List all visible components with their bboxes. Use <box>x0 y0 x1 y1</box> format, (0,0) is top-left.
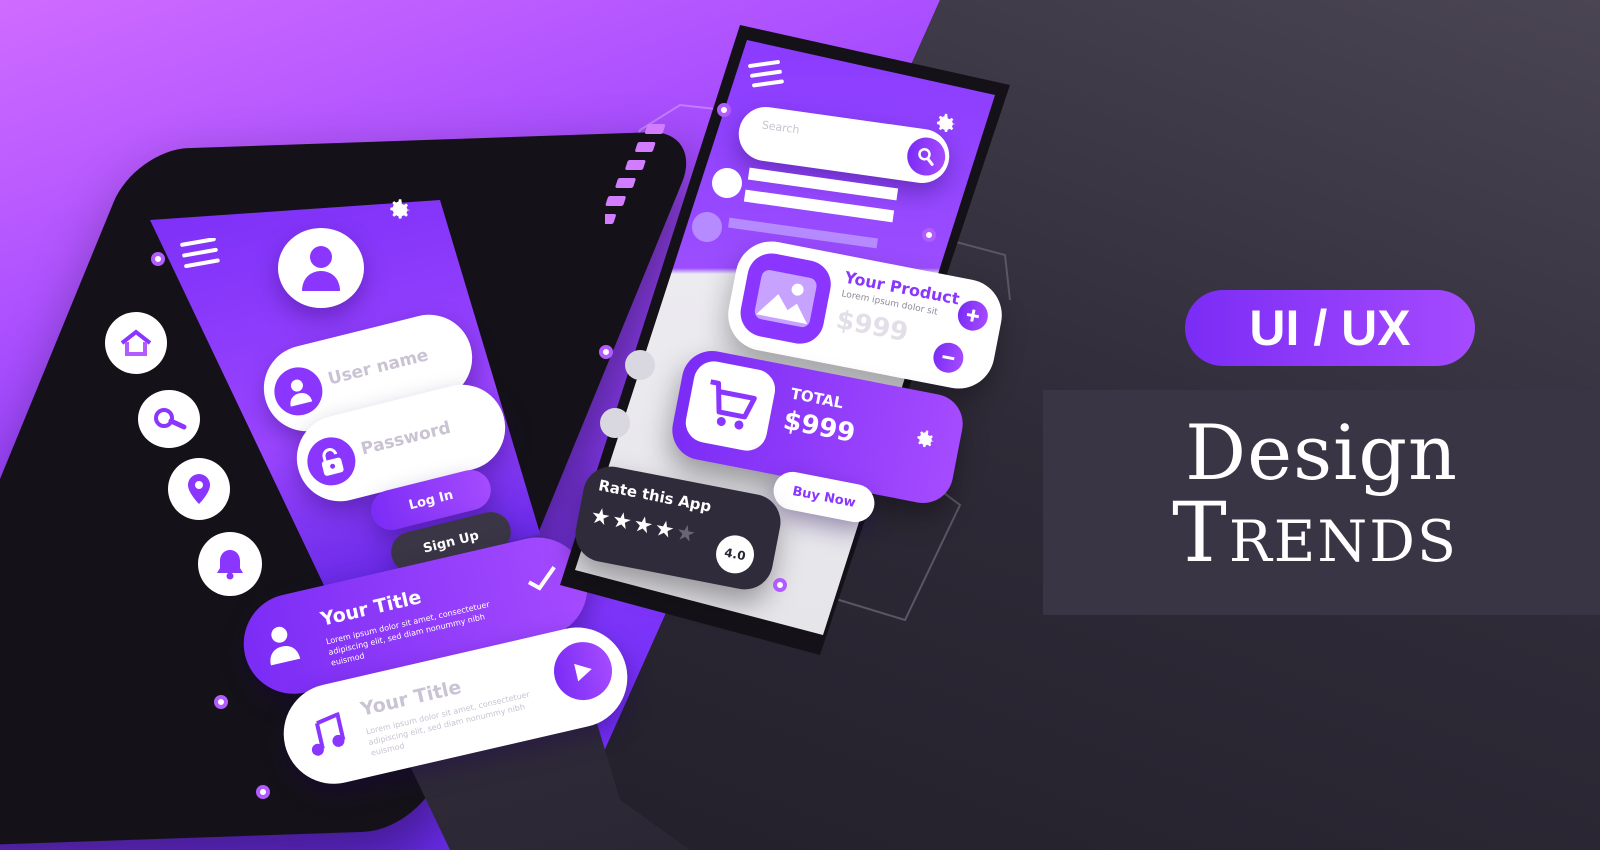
home-icon[interactable] <box>105 312 167 374</box>
plus-button[interactable] <box>955 298 991 334</box>
play-icon[interactable] <box>548 636 618 706</box>
star-icon[interactable]: ★ <box>610 508 634 536</box>
list-item-avatar <box>692 212 722 242</box>
search-placeholder: Search <box>761 118 801 137</box>
connector-dot <box>922 228 936 242</box>
plus-icon <box>966 309 980 322</box>
list-item-avatar <box>712 168 742 198</box>
headline-panel: Design Trends <box>1043 390 1600 615</box>
settings-gear-icon[interactable] <box>385 195 413 223</box>
music-note-icon <box>302 711 350 760</box>
headline-line-2: Trends <box>1172 486 1458 581</box>
list-item-avatar <box>625 350 655 380</box>
ui-ux-badge: UI / UX <box>1185 290 1475 366</box>
avatar <box>278 228 364 308</box>
search-button[interactable] <box>904 135 948 179</box>
bell-icon[interactable] <box>198 532 262 596</box>
page-indicator <box>605 120 675 230</box>
connector-dot <box>773 578 787 592</box>
star-icon[interactable]: ★ <box>674 520 698 548</box>
rating-badge: 4.0 <box>712 532 758 577</box>
connector-dot <box>151 252 165 266</box>
connector-dot <box>717 103 731 117</box>
menu-icon[interactable] <box>748 60 788 90</box>
star-icon[interactable]: ★ <box>631 512 655 540</box>
star-icon[interactable]: ★ <box>588 503 612 531</box>
check-icon[interactable] <box>523 563 562 596</box>
password-placeholder: Password <box>359 417 453 460</box>
settings-gear-icon[interactable] <box>911 425 939 453</box>
menu-icon[interactable] <box>180 238 220 268</box>
cart-icon <box>682 357 779 455</box>
minus-icon <box>942 355 955 361</box>
search-icon <box>918 148 934 166</box>
connector-dot <box>214 695 228 709</box>
headline-line-1: Design <box>1185 408 1458 497</box>
product-price: $999 <box>833 304 911 349</box>
image-icon <box>736 249 835 348</box>
user-icon <box>269 362 328 421</box>
total-price: $999 <box>780 405 858 449</box>
username-placeholder: User name <box>326 345 431 390</box>
search-icon[interactable] <box>138 390 200 448</box>
star-icon[interactable]: ★ <box>652 516 676 544</box>
minus-button[interactable] <box>930 340 966 376</box>
badge-text: UI / UX <box>1249 300 1411 356</box>
list-item-avatar <box>600 408 630 438</box>
connector-dot <box>256 785 270 799</box>
user-icon <box>260 621 304 668</box>
connector-dot <box>599 345 613 359</box>
location-pin-icon[interactable] <box>168 458 230 520</box>
lock-icon <box>302 432 361 491</box>
